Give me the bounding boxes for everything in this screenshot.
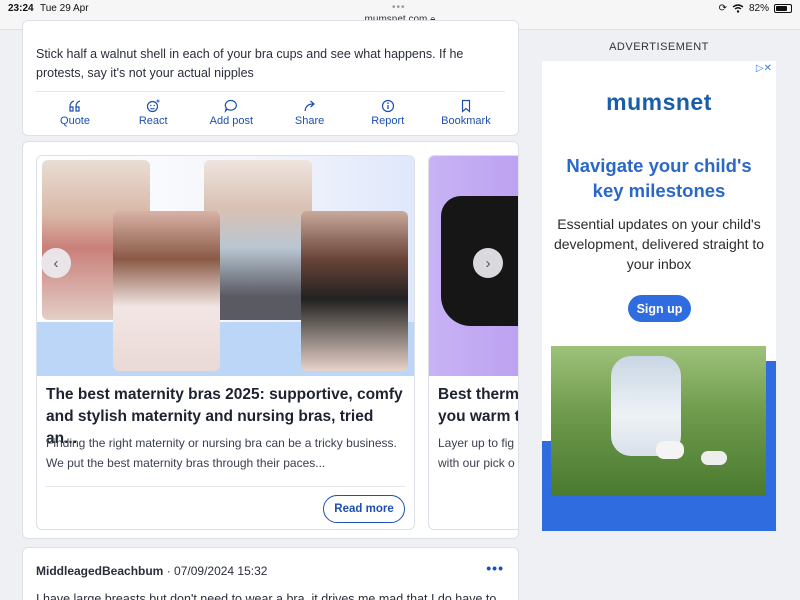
comment-icon [224, 99, 238, 113]
read-more-button[interactable]: Read more [323, 495, 405, 523]
orientation-lock-icon: ⟳ [718, 3, 727, 14]
mumsnet-logo: mumsnet [606, 89, 712, 115]
bookmark-button[interactable]: Bookmark [427, 99, 505, 129]
adchoices-icon[interactable]: ▷✕ [756, 63, 772, 74]
more-options-button[interactable]: ••• [486, 560, 504, 576]
divider [46, 486, 405, 487]
react-icon [147, 99, 160, 113]
battery-percent: 82% [748, 3, 769, 14]
carousel-slide[interactable]: Best therm you warm t Layer up to fig wi… [428, 155, 518, 530]
article-carousel: The best maternity bras 2025: supportive… [22, 141, 519, 539]
info-icon [381, 99, 394, 113]
carousel-slide[interactable]: The best maternity bras 2025: supportive… [36, 155, 415, 530]
article-title[interactable]: Best therm you warm t [438, 384, 518, 428]
model-photo [113, 211, 220, 371]
react-button[interactable]: React [114, 99, 192, 129]
clock: 23:24 [8, 3, 34, 14]
battery-icon [774, 4, 792, 13]
advertisement-label: ADVERTISEMENT [609, 41, 709, 53]
carousel-next-button[interactable]: › [473, 248, 503, 278]
post-actions: Quote React Add post Share Report Bookma… [36, 99, 505, 129]
post-timestamp: · 07/09/2024 15:32 [166, 564, 268, 578]
post-text: Stick half a walnut shell in each of you… [36, 47, 464, 80]
article-image [37, 156, 414, 376]
ad-headline: Navigate your child's key milestones [566, 155, 752, 201]
status-indicators: ⟳ 82% [719, 3, 792, 14]
sign-up-button[interactable]: Sign up [628, 295, 691, 322]
divider [36, 91, 505, 92]
model-photo [301, 211, 408, 371]
toddler-photo [551, 346, 766, 496]
share-icon [303, 100, 315, 112]
carousel-prev-button[interactable]: ‹ [41, 248, 71, 278]
quote-button[interactable]: Quote [36, 99, 114, 129]
post-card: MiddleagedBeachbum · 07/09/2024 15:32 ••… [22, 547, 519, 600]
model-photo [204, 160, 312, 320]
multitask-dots-icon[interactable]: ••• [392, 2, 406, 13]
chevron-right-icon: › [485, 254, 491, 272]
post-header: MiddleagedBeachbum · 07/09/2024 15:32 [36, 564, 267, 578]
article-description: Finding the right maternity or nursing b… [46, 436, 397, 470]
article-description: Layer up to fig with our pick o [438, 436, 515, 470]
advertisement[interactable]: ▷✕ mumsnet Navigate your child's key mil… [542, 61, 776, 531]
bookmark-icon [461, 99, 471, 113]
ad-body: Essential updates on your child's develo… [553, 216, 765, 272]
report-button[interactable]: Report [349, 99, 427, 129]
share-button[interactable]: Share [271, 99, 349, 129]
chevron-left-icon: ‹ [53, 254, 59, 272]
username[interactable]: MiddleagedBeachbum [36, 564, 163, 578]
wifi-icon [732, 4, 744, 13]
post-card: Stick half a walnut shell in each of you… [22, 20, 519, 136]
add-post-button[interactable]: Add post [192, 99, 270, 129]
quote-icon [69, 100, 81, 112]
date: Tue 29 Apr [40, 3, 89, 14]
post-text: I have large breasts but don't need to w… [36, 592, 497, 600]
